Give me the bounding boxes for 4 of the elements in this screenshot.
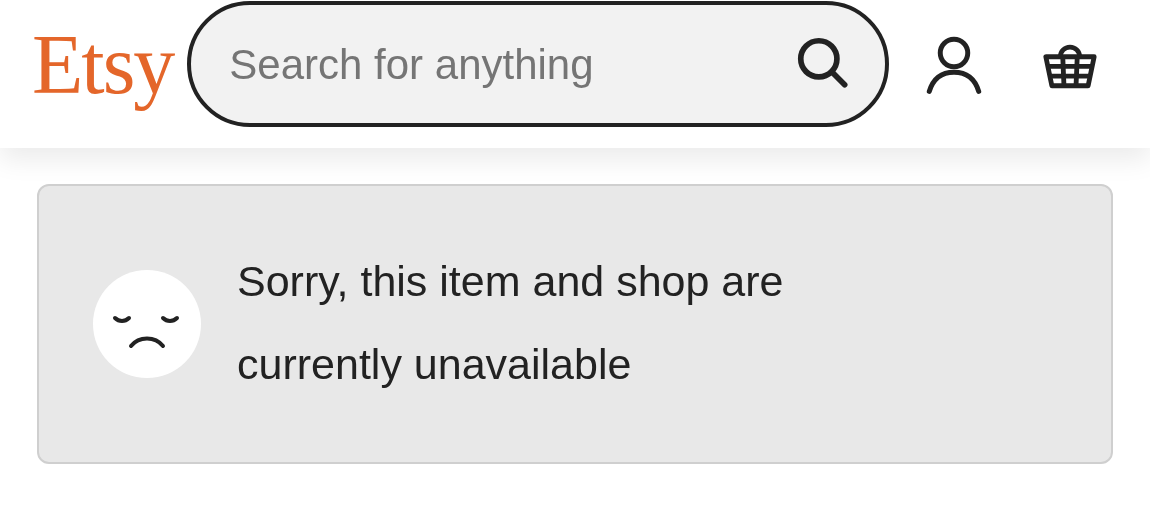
unavailable-message: Sorry, this item and shop are currently unavailable — [237, 256, 785, 390]
search-bar[interactable]: Search for anything — [187, 1, 890, 127]
search-field[interactable]: Search for anything — [229, 32, 794, 96]
sad-face-icon — [93, 270, 201, 378]
